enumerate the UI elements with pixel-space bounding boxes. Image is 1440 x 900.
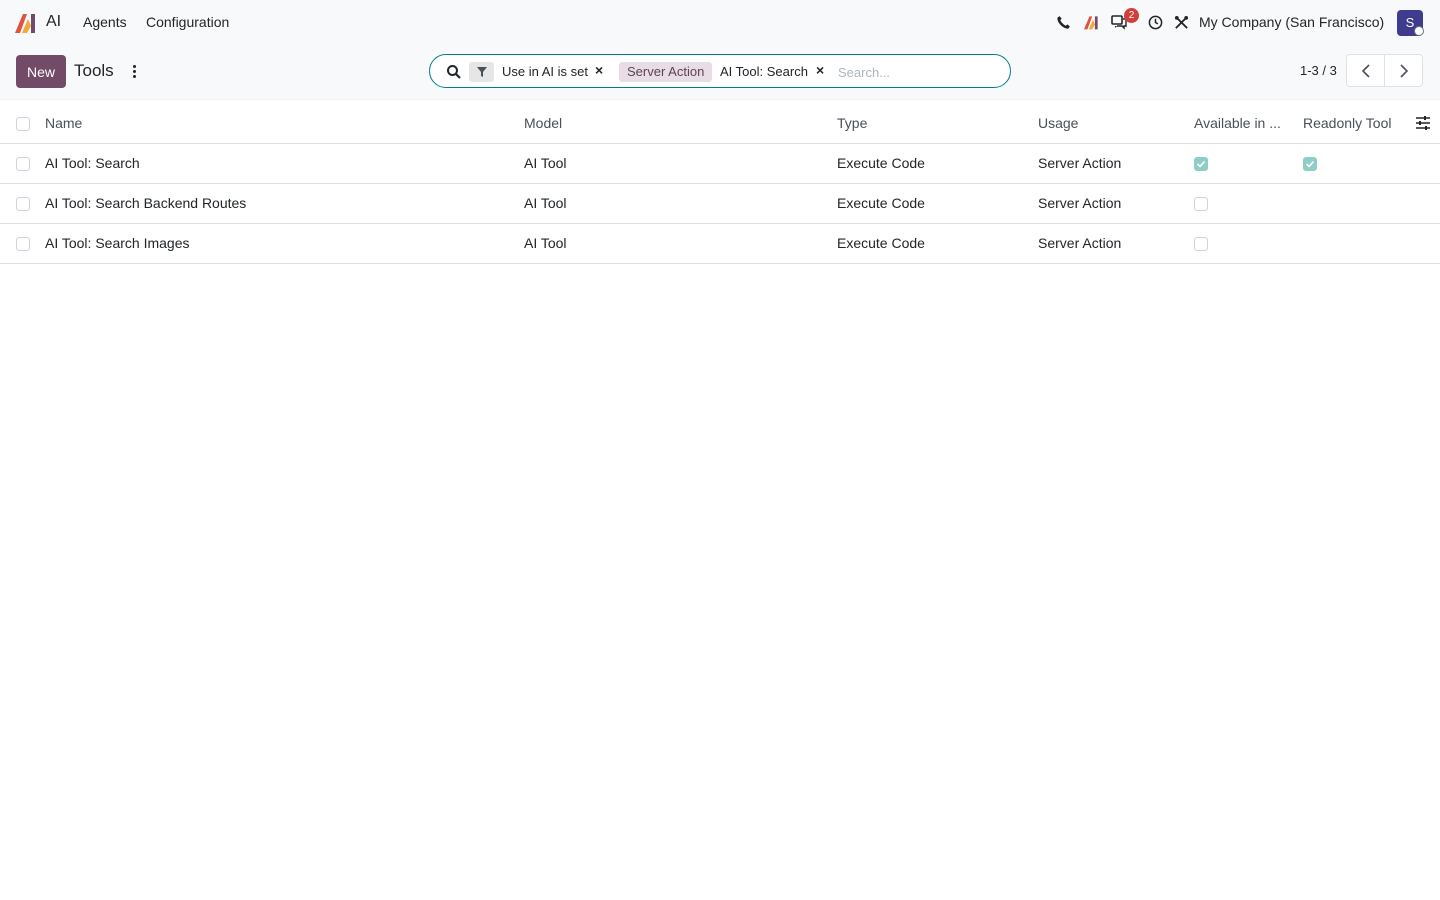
control-panel: New Tools Use in AI is set × Server Acti… bbox=[0, 46, 1440, 100]
table-row[interactable]: AI Tool: Search AI Tool Execute Code Ser… bbox=[0, 144, 1440, 184]
select-all-checkbox[interactable] bbox=[16, 117, 30, 131]
new-button[interactable]: New bbox=[16, 55, 66, 88]
tools-icon[interactable] bbox=[1172, 13, 1190, 31]
available-checkbox bbox=[1194, 157, 1208, 171]
column-header-model[interactable]: Model bbox=[524, 115, 562, 131]
cell-type: Execute Code bbox=[837, 155, 925, 171]
cell-type: Execute Code bbox=[837, 235, 925, 251]
menu-configuration[interactable]: Configuration bbox=[146, 14, 229, 30]
column-header-usage[interactable]: Usage bbox=[1038, 115, 1078, 131]
column-settings-icon[interactable] bbox=[1415, 116, 1431, 130]
column-header-type[interactable]: Type bbox=[837, 115, 867, 131]
company-switcher[interactable]: My Company (San Francisco) bbox=[1199, 14, 1384, 30]
search-input[interactable] bbox=[838, 62, 998, 82]
pager-previous-button[interactable] bbox=[1346, 54, 1385, 87]
tools-list: Name Model Type Usage Available in ... R… bbox=[0, 102, 1440, 264]
column-header-name[interactable]: Name bbox=[45, 115, 82, 131]
facet-server-action-tag: Server Action bbox=[619, 62, 713, 82]
table-row[interactable]: AI Tool: Search Images AI Tool Execute C… bbox=[0, 224, 1440, 264]
facet-use-in-ai-label: Use in AI is set bbox=[502, 64, 588, 79]
presence-status-icon bbox=[1414, 26, 1424, 36]
pager-value[interactable]: 1-3 / 3 bbox=[1300, 63, 1337, 78]
table-row[interactable]: AI Tool: Search Backend Routes AI Tool E… bbox=[0, 184, 1440, 224]
row-select-checkbox[interactable] bbox=[16, 237, 30, 251]
ai-icon[interactable] bbox=[1082, 13, 1100, 31]
column-header-readonly[interactable]: Readonly Tool bbox=[1303, 115, 1391, 131]
facet-server-action-label: AI Tool: Search bbox=[720, 64, 808, 79]
top-navbar: AI Agents Configuration 2 My Company (Sa… bbox=[0, 0, 1440, 46]
available-checkbox bbox=[1194, 237, 1208, 251]
available-checkbox bbox=[1194, 197, 1208, 211]
cell-model: AI Tool bbox=[524, 195, 567, 211]
remove-facet-server-action-icon[interactable]: × bbox=[816, 62, 824, 78]
cell-name: AI Tool: Search Backend Routes bbox=[45, 195, 247, 211]
actions-menu-icon[interactable] bbox=[128, 62, 140, 80]
page-title: Tools bbox=[74, 61, 114, 80]
ai-app-logo-icon[interactable] bbox=[14, 12, 38, 34]
app-name[interactable]: AI bbox=[46, 13, 61, 31]
phone-icon[interactable] bbox=[1054, 13, 1072, 31]
chevron-right-icon bbox=[1399, 63, 1408, 78]
chat-badge: 2 bbox=[1124, 8, 1139, 23]
pager-next-button[interactable] bbox=[1384, 54, 1423, 87]
cell-usage: Server Action bbox=[1038, 195, 1122, 211]
cell-model: AI Tool bbox=[524, 155, 567, 171]
readonly-checkbox bbox=[1303, 157, 1317, 171]
cell-name: AI Tool: Search bbox=[45, 155, 140, 171]
search-icon[interactable] bbox=[446, 64, 462, 80]
clock-icon[interactable] bbox=[1146, 13, 1164, 31]
chevron-left-icon bbox=[1361, 63, 1370, 78]
cell-type: Execute Code bbox=[837, 195, 925, 211]
table-header: Name Model Type Usage Available in ... R… bbox=[0, 102, 1440, 144]
filter-icon bbox=[469, 62, 494, 82]
check-icon bbox=[1305, 160, 1315, 168]
row-select-checkbox[interactable] bbox=[16, 197, 30, 211]
cell-usage: Server Action bbox=[1038, 155, 1122, 171]
check-icon bbox=[1196, 160, 1206, 168]
cell-name: AI Tool: Search Images bbox=[45, 235, 190, 251]
menu-agents[interactable]: Agents bbox=[83, 14, 127, 30]
remove-facet-use-in-ai-icon[interactable]: × bbox=[595, 62, 603, 78]
column-header-available[interactable]: Available in ... bbox=[1194, 115, 1281, 131]
search-bar[interactable]: Use in AI is set × Server Action AI Tool… bbox=[429, 54, 1011, 88]
row-select-checkbox[interactable] bbox=[16, 157, 30, 171]
cell-model: AI Tool bbox=[524, 235, 567, 251]
cell-usage: Server Action bbox=[1038, 235, 1122, 251]
